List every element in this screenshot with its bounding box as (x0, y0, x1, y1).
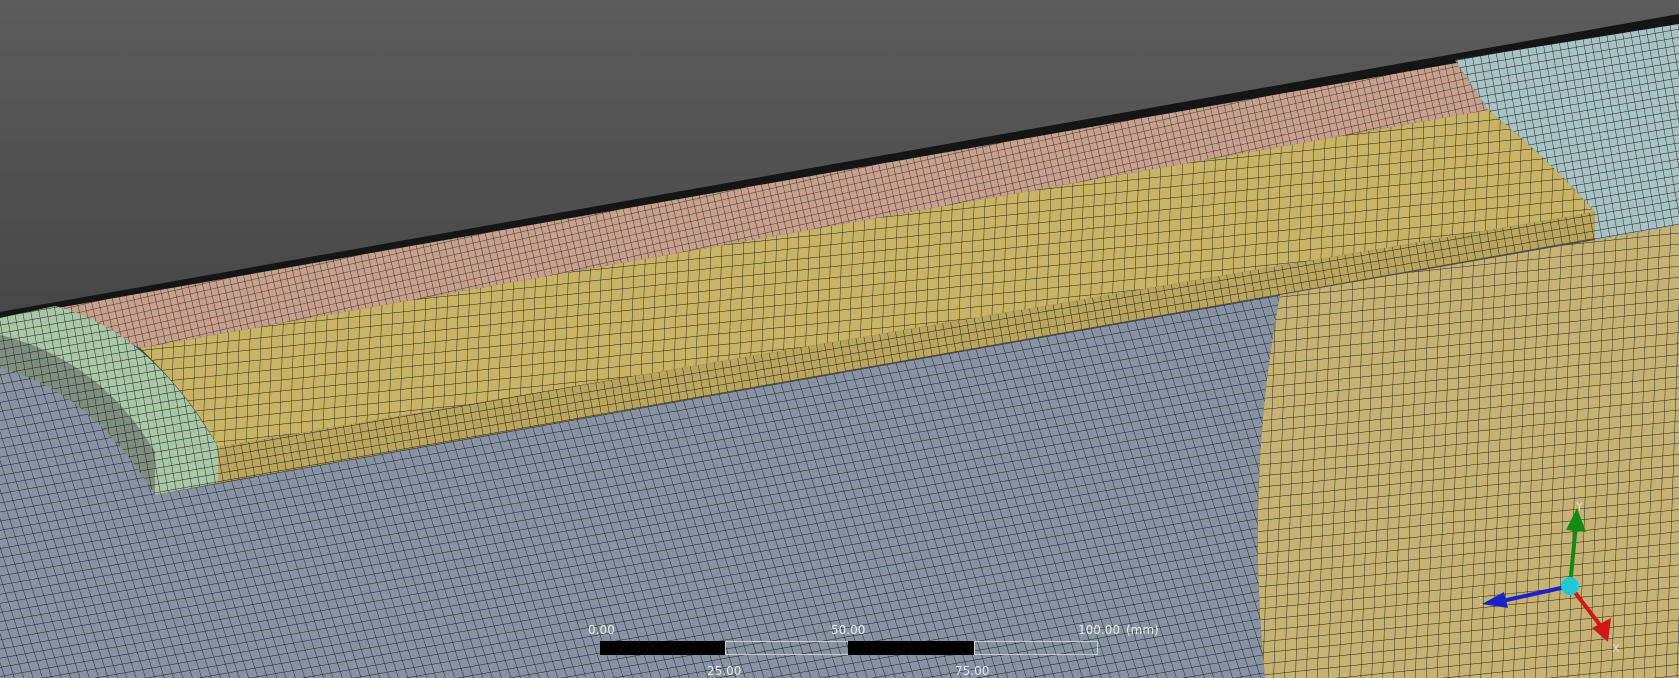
scale-tick-0: 0.00 (588, 623, 615, 637)
scale-segment-4 (974, 641, 1098, 655)
y-axis-label: Y (1575, 500, 1583, 513)
x-axis-label: X (1612, 642, 1620, 655)
scale-bar: 0.00 50.00 100.00 (mm) 25.00 75.00 (588, 620, 1159, 678)
scale-segment-1 (600, 641, 725, 655)
scale-tick-25: 25.00 (707, 664, 742, 678)
scale-tick-75: 75.00 (955, 664, 990, 678)
graphics-viewport[interactable]: 0.00 50.00 100.00 (mm) 25.00 75.00 Y Z X (0, 0, 1679, 678)
scale-tick-50: 50.00 (831, 623, 866, 637)
scale-segment-2 (725, 641, 849, 655)
triad-origin-sphere[interactable] (1561, 577, 1579, 595)
z-axis-arrowhead (1482, 592, 1508, 608)
scale-segment-3 (848, 641, 974, 655)
coordinate-triad[interactable]: Y Z X (1480, 500, 1640, 660)
scale-tick-100: 100.00 (1078, 623, 1120, 637)
z-axis-label: Z (1480, 595, 1482, 608)
mesh-model-view[interactable] (0, 0, 1679, 678)
scale-unit: (mm) (1126, 623, 1159, 637)
z-axis-line (1501, 584, 1571, 603)
x-axis-arrowhead (1592, 618, 1611, 642)
y-axis-line (1568, 523, 1578, 587)
